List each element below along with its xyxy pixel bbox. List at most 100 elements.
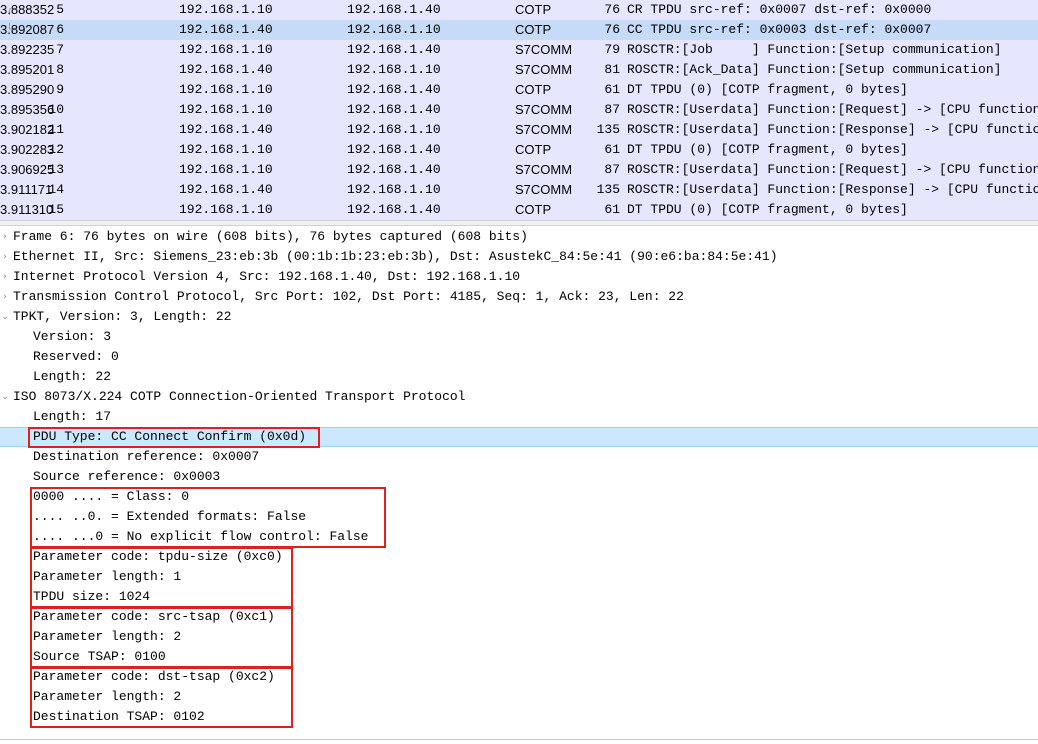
packet-row[interactable]: 11 3.902182 192.168.1.40 192.168.1.10 S7COMM… xyxy=(0,120,1038,140)
tree-node[interactable]: ⌄ ISO 8073/X.224 COTP Connection-Oriented… xyxy=(0,387,1038,407)
packet-destination: 192.168.1.10 xyxy=(347,182,441,197)
tree-field[interactable]: Destination reference: 0x0007 xyxy=(0,447,1038,467)
packet-source: 192.168.1.10 xyxy=(179,102,273,117)
tree-field[interactable]: Parameter length: 1 xyxy=(0,567,1038,587)
packet-row[interactable]: 10 3.895356 192.168.1.10 192.168.1.40 S7COMM… xyxy=(0,100,1038,120)
tree-field[interactable]: .... ...0 = No explicit flow control: Fa… xyxy=(0,527,1038,547)
packet-source: 192.168.1.10 xyxy=(179,2,273,17)
packet-protocol: COTP xyxy=(515,2,552,17)
packet-protocol: COTP xyxy=(515,202,552,217)
packet-row[interactable]: └ 6 3.892087 192.168.1.40 192.168.1.10 COTP 76… xyxy=(0,20,1038,40)
packet-info: ROSCTR:[Userdata] Function:[Response] ->… xyxy=(627,122,1038,137)
tree-field[interactable]: 0000 .... = Class: 0 xyxy=(0,487,1038,507)
packet-source: 192.168.1.10 xyxy=(179,82,273,97)
packet-row[interactable]: 15 3.911310 192.168.1.10 192.168.1.40 COTP 61… xyxy=(0,200,1038,220)
packet-row[interactable]: 9 3.895290 192.168.1.10 192.168.1.40 COTP 61 D… xyxy=(0,80,1038,100)
tree-field[interactable]: Parameter length: 2 xyxy=(0,627,1038,647)
tree-field[interactable]: Version: 3 xyxy=(0,327,1038,347)
chevron-right-icon[interactable]: › xyxy=(0,267,10,287)
packet-source: 192.168.1.40 xyxy=(179,22,273,37)
packet-time: 3.902283 xyxy=(0,142,55,157)
chevron-down-icon[interactable]: ⌄ xyxy=(0,387,10,407)
tree-field[interactable]: PDU Type: CC Connect Confirm (0x0d) xyxy=(0,427,1038,447)
tree-node[interactable]: ⌄ TPKT, Version: 3, Length: 22 xyxy=(0,307,1038,327)
tree-node[interactable]: › Internet Protocol Version 4, Src: 192.1… xyxy=(0,267,1038,287)
tree-label: Parameter length: 2 xyxy=(33,629,182,644)
packet-source: 192.168.1.40 xyxy=(179,182,273,197)
packet-destination: 192.168.1.40 xyxy=(347,42,441,57)
tree-field[interactable]: Source reference: 0x0003 xyxy=(0,467,1038,487)
packet-source: 192.168.1.10 xyxy=(179,202,273,217)
chevron-right-icon[interactable]: › xyxy=(0,287,10,307)
tree-label: ISO 8073/X.224 COTP Connection-Oriented … xyxy=(13,389,466,404)
packet-destination: 192.168.1.40 xyxy=(347,2,441,17)
packet-time: 3.902182 xyxy=(0,122,55,137)
chevron-right-icon[interactable]: › xyxy=(0,227,10,247)
packet-row[interactable]: 7 3.892235 192.168.1.10 192.168.1.40 S7COMM 7… xyxy=(0,40,1038,60)
packet-row[interactable]: ┌ 5 3.888352 192.168.1.10 192.168.1.40 COTP 76… xyxy=(0,0,1038,20)
packet-length: 87 xyxy=(604,162,620,177)
packet-destination: 192.168.1.10 xyxy=(347,62,441,77)
tree-field[interactable]: Parameter code: src-tsap (0xc1) xyxy=(0,607,1038,627)
tree-label: Internet Protocol Version 4, Src: 192.16… xyxy=(13,269,521,284)
packet-length: 61 xyxy=(604,142,620,157)
tree-node[interactable]: › Ethernet II, Src: Siemens_23:eb:3b (00:… xyxy=(0,247,1038,267)
tree-label: .... ...0 = No explicit flow control: Fa… xyxy=(33,529,369,544)
packet-row[interactable]: 14 3.911171 192.168.1.40 192.168.1.10 S7COMM… xyxy=(0,180,1038,200)
packet-destination: 192.168.1.10 xyxy=(347,22,441,37)
tree-label: Parameter length: 1 xyxy=(33,569,182,584)
packet-info: ROSCTR:[Ack_Data] Function:[Setup commun… xyxy=(627,62,1002,77)
packet-protocol: S7COMM xyxy=(515,102,573,117)
tree-label: Length: 17 xyxy=(33,409,112,424)
packet-destination: 192.168.1.40 xyxy=(347,102,441,117)
packet-time: 3.895290 xyxy=(0,82,55,97)
packet-details-tree[interactable]: › Frame 6: 76 bytes on wire (608 bits), 7… xyxy=(0,227,1038,744)
packet-time: 3.895356 xyxy=(0,102,55,117)
packet-source: 192.168.1.40 xyxy=(179,62,273,77)
tree-field[interactable]: TPDU size: 1024 xyxy=(0,587,1038,607)
packet-info: DT TPDU (0) [COTP fragment, 0 bytes] xyxy=(627,142,908,157)
packet-protocol: S7COMM xyxy=(515,62,573,77)
packet-info: ROSCTR:[Job ] Function:[Setup communicat… xyxy=(627,42,1002,57)
tree-label: Reserved: 0 xyxy=(33,349,119,364)
packet-protocol: S7COMM xyxy=(515,122,573,137)
tree-label: 0000 .... = Class: 0 xyxy=(33,489,190,504)
packet-time: 3.911310 xyxy=(0,202,54,217)
tree-label: Destination TSAP: 0102 xyxy=(33,709,205,724)
packet-row[interactable]: 12 3.902283 192.168.1.10 192.168.1.40 COTP 61… xyxy=(0,140,1038,160)
tree-field[interactable]: Parameter code: tpdu-size (0xc0) xyxy=(0,547,1038,567)
tree-node[interactable]: › Frame 6: 76 bytes on wire (608 bits), 7… xyxy=(0,227,1038,247)
packet-row[interactable]: 13 3.906925 192.168.1.10 192.168.1.40 S7COMM… xyxy=(0,160,1038,180)
packet-time: 3.895201 xyxy=(0,62,55,77)
packet-row[interactable]: 8 3.895201 192.168.1.40 192.168.1.10 S7COMM 8… xyxy=(0,60,1038,80)
packet-protocol: S7COMM xyxy=(515,42,573,57)
packet-length: 135 xyxy=(596,122,620,137)
tree-field[interactable]: Parameter code: dst-tsap (0xc2) xyxy=(0,667,1038,687)
tree-field[interactable]: Length: 22 xyxy=(0,367,1038,387)
packet-info: DT TPDU (0) [COTP fragment, 0 bytes] xyxy=(627,202,908,217)
packet-info: ROSCTR:[Userdata] Function:[Request] -> … xyxy=(627,162,1038,177)
tree-label: Source reference: 0x0003 xyxy=(33,469,221,484)
tree-field[interactable]: Reserved: 0 xyxy=(0,347,1038,367)
packet-source: 192.168.1.40 xyxy=(179,122,273,137)
pane-splitter[interactable] xyxy=(0,220,1038,226)
tree-label: Length: 22 xyxy=(33,369,112,384)
tree-field[interactable]: Parameter length: 2 xyxy=(0,687,1038,707)
packet-destination: 192.168.1.40 xyxy=(347,82,441,97)
packet-info: DT TPDU (0) [COTP fragment, 0 bytes] xyxy=(627,82,908,97)
tree-field[interactable]: Source TSAP: 0100 xyxy=(0,647,1038,667)
tree-field[interactable]: Destination TSAP: 0102 xyxy=(0,707,1038,727)
tree-label: TPDU size: 1024 xyxy=(33,589,151,604)
chevron-down-icon[interactable]: ⌄ xyxy=(0,307,10,327)
tree-field[interactable]: .... ..0. = Extended formats: False xyxy=(0,507,1038,527)
packet-length: 79 xyxy=(604,42,620,57)
packet-length: 76 xyxy=(604,2,620,17)
packet-source: 192.168.1.10 xyxy=(179,142,273,157)
tree-field[interactable]: Length: 17 xyxy=(0,407,1038,427)
packet-info: CR TPDU src-ref: 0x0007 dst-ref: 0x0000 xyxy=(627,2,932,17)
tree-node[interactable]: › Transmission Control Protocol, Src Port… xyxy=(0,287,1038,307)
tree-label: Parameter code: dst-tsap (0xc2) xyxy=(33,669,275,684)
packet-list[interactable]: ┌ 5 3.888352 192.168.1.10 192.168.1.40 COTP 76… xyxy=(0,0,1038,220)
chevron-right-icon[interactable]: › xyxy=(0,247,10,267)
packet-destination: 192.168.1.40 xyxy=(347,142,441,157)
